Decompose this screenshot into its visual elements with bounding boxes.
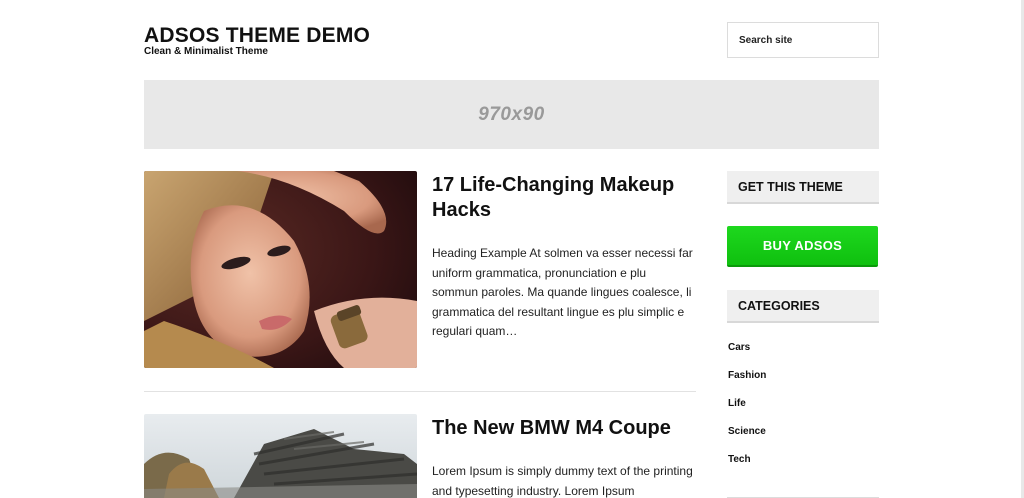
category-link-cars[interactable]: Cars [728,341,766,369]
category-link-tech[interactable]: Tech [728,453,766,481]
post-excerpt: Lorem Ipsum is simply dummy text of the … [432,464,693,498]
ad-banner[interactable]: 970x90 [144,80,879,149]
categories-heading: CATEGORIES [727,290,879,323]
search-input[interactable] [727,22,879,58]
woman-portrait-image [144,171,417,368]
post-divider [144,391,696,392]
category-link-fashion[interactable]: Fashion [728,369,766,397]
post-title[interactable]: The New BMW M4 Coupe [432,416,697,441]
get-theme-heading: GET THIS THEME [727,171,879,204]
category-link-life[interactable]: Life [728,397,766,425]
buy-adsos-button[interactable]: BUY ADSOS [727,226,878,267]
category-link-science[interactable]: Science [728,425,766,453]
car-motion-image [144,414,417,498]
site-title[interactable]: ADSOS THEME DEMO [144,24,370,48]
post-excerpt: Heading Example At solmen va esser neces… [432,246,693,339]
site-tagline: Clean & Minimalist Theme [144,46,268,57]
post-thumbnail-makeup[interactable] [144,171,417,368]
ad-banner-label: 970x90 [478,103,545,125]
post-thumbnail-bmw[interactable] [144,414,417,498]
post-title[interactable]: 17 Life-Changing Makeup Hacks [432,173,697,223]
categories-list: Cars Fashion Life Science Tech [728,341,766,481]
